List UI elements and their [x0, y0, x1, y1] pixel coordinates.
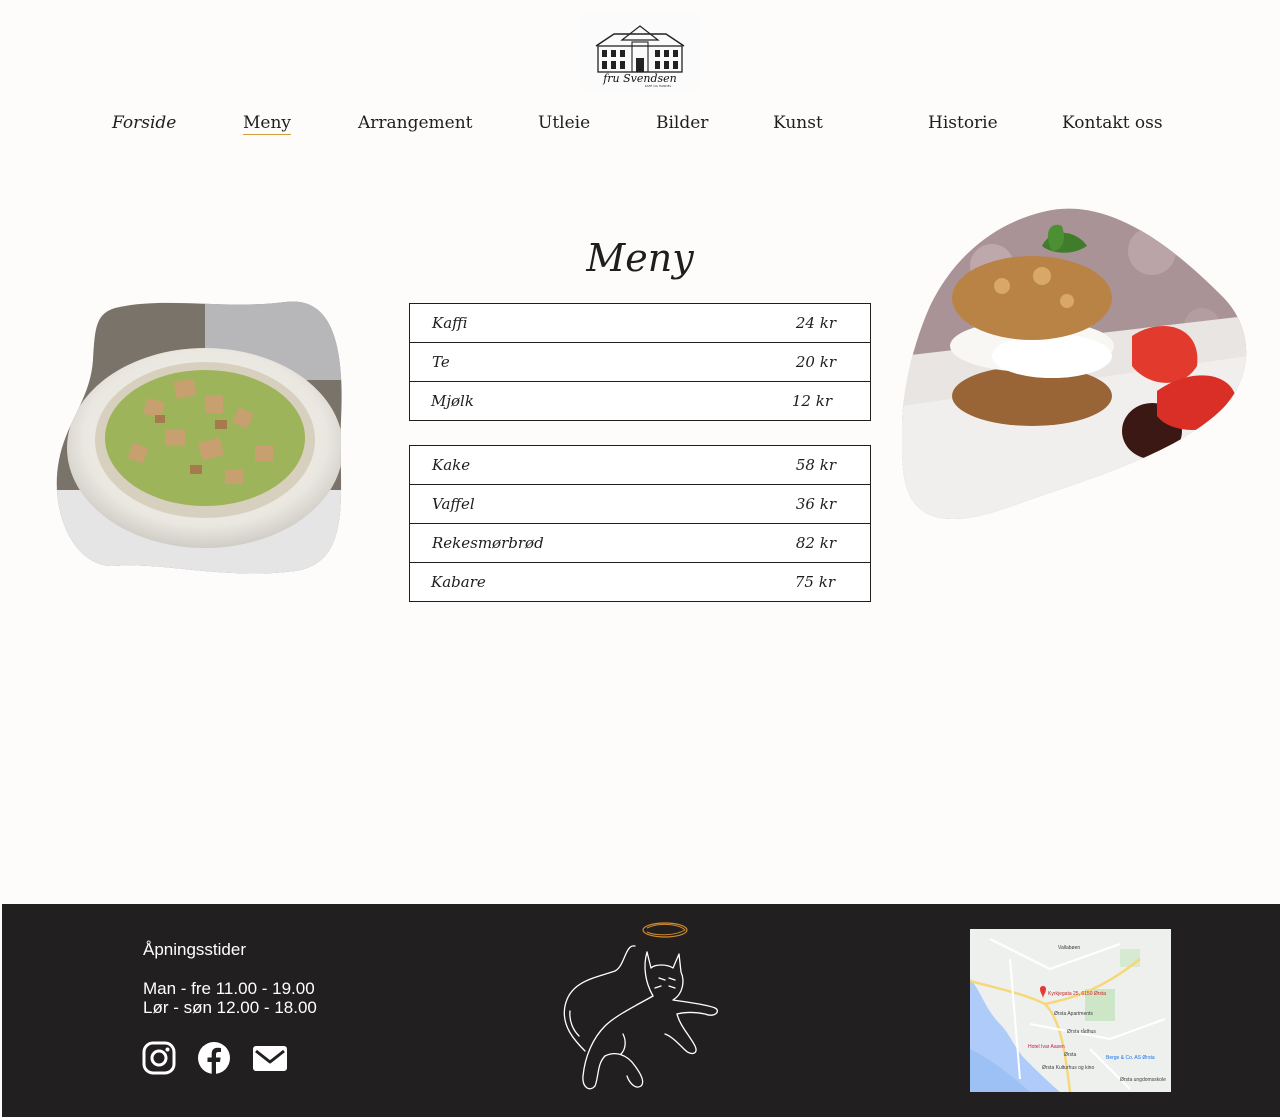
menu-item-name: Mjølk [431, 392, 474, 410]
nav-forside[interactable]: Forside [112, 113, 176, 133]
menu-item: Kake 58 kr [410, 446, 870, 485]
salad-photo [56, 301, 342, 574]
menu-item-price: 82 kr [795, 534, 836, 552]
cake-photo [902, 208, 1247, 520]
site-footer: Åpningsstider Man - fre 11.00 - 19.00 Lø… [2, 904, 1280, 1117]
map-label: Hotel Ivar Aasen [1028, 1044, 1065, 1050]
food-menu: Kake 58 kr Vaffel 36 kr Rekesmørbrød 82 … [409, 445, 871, 602]
opening-hours-title: Åpningsstider [143, 940, 247, 959]
menu-item-price: 24 kr [795, 314, 836, 332]
menu-item-name: Rekesmørbrød [432, 534, 544, 552]
menu-item-name: Te [432, 353, 450, 371]
instagram-icon[interactable] [142, 1041, 176, 1075]
nav-arrangement[interactable]: Arrangement [358, 113, 473, 133]
map-label: Ørsta rådhus [1067, 1028, 1096, 1035]
map-label: Ørsta Kulturhus og kino [1042, 1065, 1094, 1071]
logo-subtitle: KAFÉ OG HANDEL [645, 83, 672, 88]
nav-kunst[interactable]: Kunst [773, 113, 823, 133]
email-icon[interactable] [252, 1041, 288, 1075]
menu-item-price: 12 kr [791, 392, 832, 410]
nav-bilder[interactable]: Bilder [656, 113, 708, 133]
menu-item-name: Kaffi [432, 314, 468, 332]
menu-item-price: 36 kr [795, 495, 836, 513]
map-label: Kyrkjegata 25, 6150 Ørsta [1048, 991, 1106, 997]
drinks-menu: Kaffi 24 kr Te 20 kr Mjølk 12 kr [409, 303, 871, 421]
nav-historie[interactable]: Historie [928, 113, 998, 133]
menu-item: Te 20 kr [410, 343, 870, 382]
logo[interactable]: fru Svendsen KAFÉ OG HANDEL [582, 14, 698, 90]
menu-item: Vaffel 36 kr [410, 485, 870, 524]
menu-item-name: Kabare [431, 573, 486, 591]
menu-item: Kaffi 24 kr [410, 304, 870, 343]
opening-hours-weekend: Lør - søn 12.00 - 18.00 [143, 998, 317, 1017]
facebook-icon[interactable] [197, 1041, 231, 1075]
opening-hours-weekdays: Man - fre 11.00 - 19.00 [143, 979, 315, 998]
menu-item-name: Kake [432, 456, 471, 474]
cat-illustration-icon [563, 922, 719, 1090]
map-label: Ørsta ungdomsskole [1120, 1077, 1166, 1083]
menu-item: Kabare 75 kr [410, 563, 870, 601]
menu-item-price: 20 kr [795, 353, 836, 371]
menu-item: Mjølk 12 kr [410, 382, 870, 420]
location-map[interactable]: Vallabøen Kyrkjegata 25, 6150 Ørsta Ørst… [970, 929, 1171, 1092]
nav-meny[interactable]: Meny [243, 113, 292, 135]
menu-item-price: 58 kr [795, 456, 836, 474]
nav-utleie[interactable]: Utleie [538, 113, 590, 133]
map-label: Ørsta Apartments [1054, 1011, 1093, 1017]
menu-item-price: 75 kr [794, 573, 835, 591]
nav-kontakt-oss[interactable]: Kontakt oss [1062, 113, 1163, 133]
menu-item: Rekesmørbrød 82 kr [410, 524, 870, 563]
map-label: Berge & Co. AS Ørsta [1106, 1055, 1155, 1061]
map-label: Ørsta [1064, 1052, 1076, 1058]
menu-item-name: Vaffel [432, 495, 475, 513]
map-label: Vallabøen [1058, 945, 1080, 951]
